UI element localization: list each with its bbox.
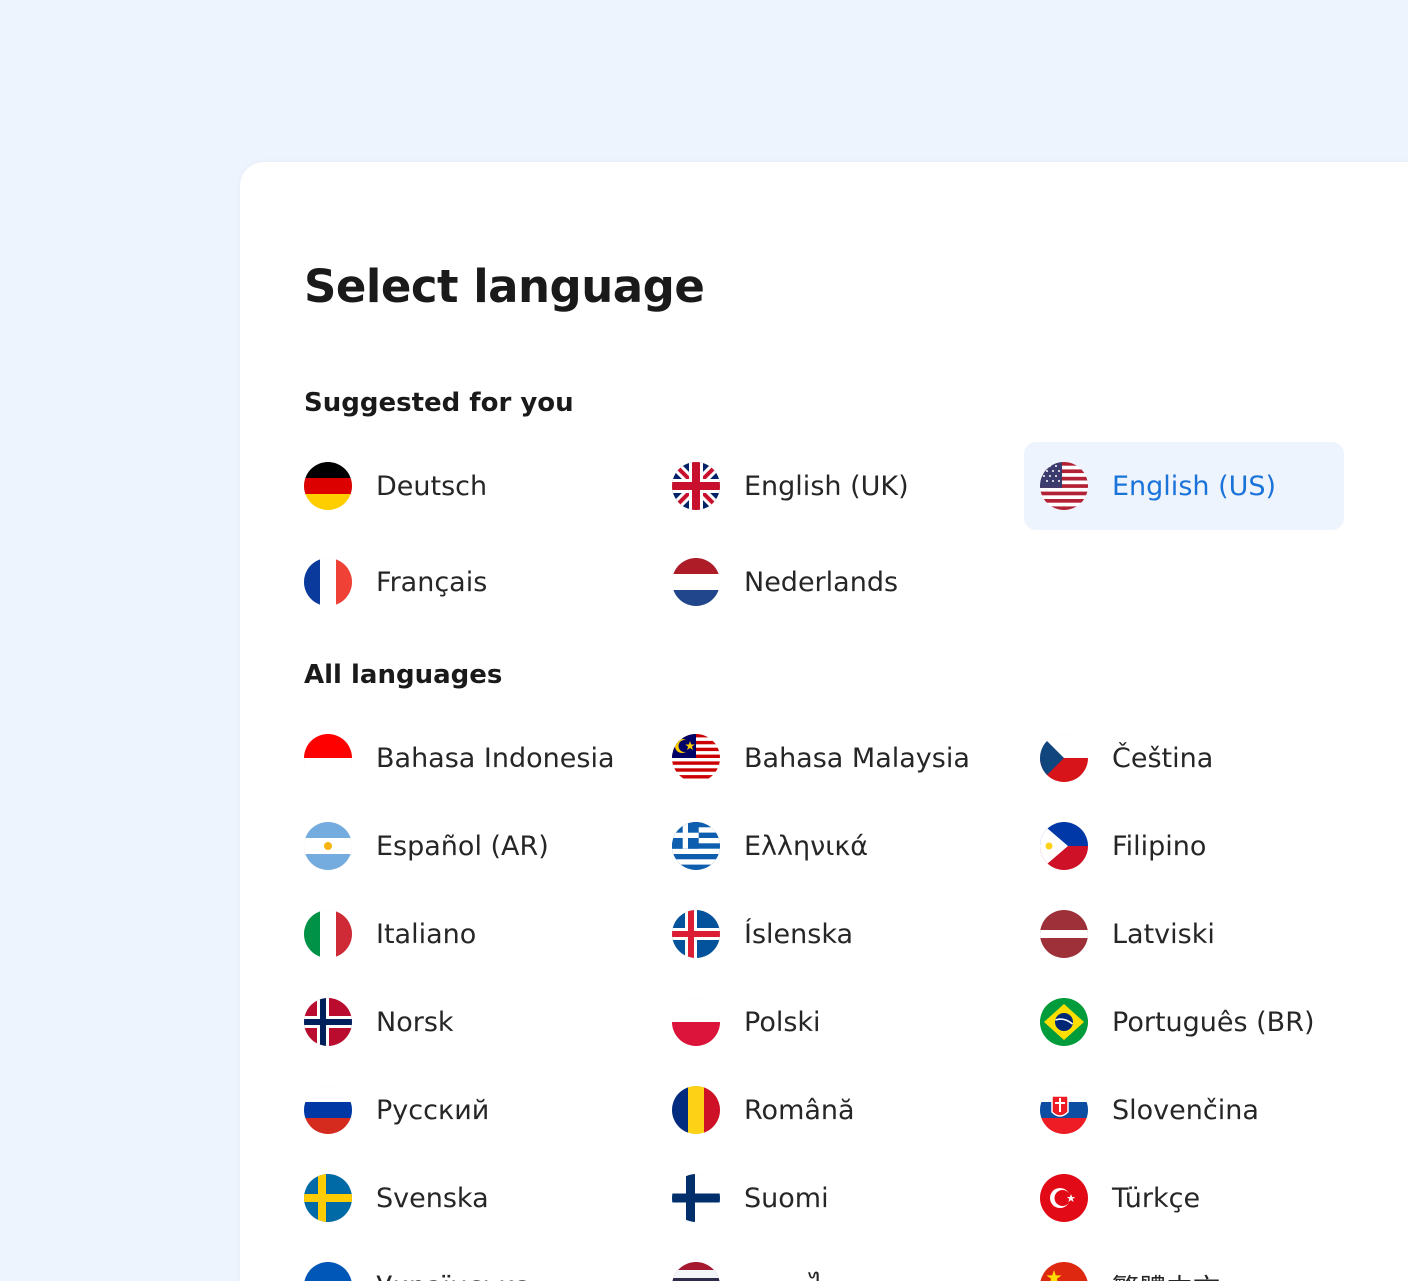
language-dialog: Select language Suggested for you Deutsc…	[240, 162, 1408, 1281]
language-label: Русский	[376, 1094, 490, 1126]
philippines-flag-icon	[1040, 822, 1088, 870]
language-label: Українська	[376, 1271, 531, 1281]
language-label: Íslenska	[744, 918, 854, 950]
language-option-suomi[interactable]: Suomi	[656, 1154, 976, 1242]
finland-flag-icon	[672, 1174, 720, 1222]
netherlands-flag-icon	[672, 558, 720, 606]
argentina-flag-icon	[304, 822, 352, 870]
language-label: Svenska	[376, 1182, 489, 1214]
language-label: Español (AR)	[376, 830, 549, 862]
language-label: Polski	[744, 1006, 821, 1038]
language-option-francais[interactable]: Français	[288, 538, 608, 626]
language-option-islenska[interactable]: Íslenska	[656, 890, 976, 978]
china-flag-icon	[1040, 1262, 1088, 1281]
language-label: Bahasa Indonesia	[376, 742, 615, 774]
uk-flag-icon	[672, 462, 720, 510]
language-option-bahasa-indonesia[interactable]: Bahasa Indonesia	[288, 714, 615, 802]
romania-flag-icon	[672, 1086, 720, 1134]
russia-flag-icon	[304, 1086, 352, 1134]
language-option-bahasa-malaysia[interactable]: Bahasa Malaysia	[656, 714, 976, 802]
latvia-flag-icon	[1040, 910, 1088, 958]
language-option-norsk[interactable]: Norsk	[288, 978, 608, 1066]
indonesia-flag-icon	[304, 734, 352, 782]
iceland-flag-icon	[672, 910, 720, 958]
language-label: Norsk	[376, 1006, 454, 1038]
language-label: 繁體中文	[1112, 1267, 1220, 1281]
turkey-flag-icon	[1040, 1174, 1088, 1222]
language-option-traditional-chinese[interactable]: 繁體中文	[1024, 1242, 1344, 1281]
language-label: Bahasa Malaysia	[744, 742, 970, 774]
language-label: Čeština	[1112, 742, 1214, 774]
language-option-portugues-br[interactable]: Português (BR)	[1024, 978, 1344, 1066]
language-label: Română	[744, 1094, 855, 1126]
language-label: ภาษาไทย	[744, 1265, 857, 1281]
language-label: Slovenčina	[1112, 1094, 1259, 1126]
suggested-section-label: Suggested for you	[304, 388, 574, 418]
language-option-english-us[interactable]: English (US)	[1024, 442, 1344, 530]
language-option-italiano[interactable]: Italiano	[288, 890, 608, 978]
language-option-polski[interactable]: Polski	[656, 978, 976, 1066]
language-option-turkce[interactable]: Türkçe	[1024, 1154, 1344, 1242]
malaysia-flag-icon	[672, 734, 720, 782]
language-label: Türkçe	[1112, 1182, 1201, 1214]
language-option-thai[interactable]: ภาษาไทย	[656, 1242, 976, 1281]
language-label: Ελληνικά	[744, 830, 869, 862]
language-label: English (UK)	[744, 470, 909, 502]
language-label: Suomi	[744, 1182, 829, 1214]
language-option-svenska[interactable]: Svenska	[288, 1154, 608, 1242]
language-label: English (US)	[1112, 470, 1277, 502]
czech-flag-icon	[1040, 734, 1088, 782]
all-languages-section-label: All languages	[304, 660, 503, 690]
norway-flag-icon	[304, 998, 352, 1046]
language-label: Italiano	[376, 918, 477, 950]
language-option-nederlands[interactable]: Nederlands	[656, 538, 976, 626]
language-option-ukrainska[interactable]: Українська	[288, 1242, 608, 1281]
france-flag-icon	[304, 558, 352, 606]
ukraine-flag-icon	[304, 1262, 352, 1281]
germany-flag-icon	[304, 462, 352, 510]
language-option-cestina[interactable]: Čeština	[1024, 714, 1344, 802]
language-option-slovencina[interactable]: Slovenčina	[1024, 1066, 1344, 1154]
language-option-english-uk[interactable]: English (UK)	[656, 442, 976, 530]
italy-flag-icon	[304, 910, 352, 958]
language-label: Français	[376, 566, 488, 598]
thailand-flag-icon	[672, 1262, 720, 1281]
greece-flag-icon	[672, 822, 720, 870]
sweden-flag-icon	[304, 1174, 352, 1222]
language-option-latviski[interactable]: Latviski	[1024, 890, 1344, 978]
page-title: Select language	[304, 260, 705, 313]
language-option-filipino[interactable]: Filipino	[1024, 802, 1344, 890]
slovakia-flag-icon	[1040, 1086, 1088, 1134]
language-option-romana[interactable]: Română	[656, 1066, 976, 1154]
language-option-ellinika[interactable]: Ελληνικά	[656, 802, 976, 890]
language-label: Português (BR)	[1112, 1006, 1315, 1038]
language-option-russkiy[interactable]: Русский	[288, 1066, 608, 1154]
us-flag-icon	[1040, 462, 1088, 510]
language-label: Latviski	[1112, 918, 1215, 950]
language-label: Filipino	[1112, 830, 1207, 862]
language-option-espanol-ar[interactable]: Español (AR)	[288, 802, 608, 890]
language-label: Deutsch	[376, 470, 488, 502]
language-label: Nederlands	[744, 566, 899, 598]
language-option-deutsch[interactable]: Deutsch	[288, 442, 608, 530]
brazil-flag-icon	[1040, 998, 1088, 1046]
poland-flag-icon	[672, 998, 720, 1046]
